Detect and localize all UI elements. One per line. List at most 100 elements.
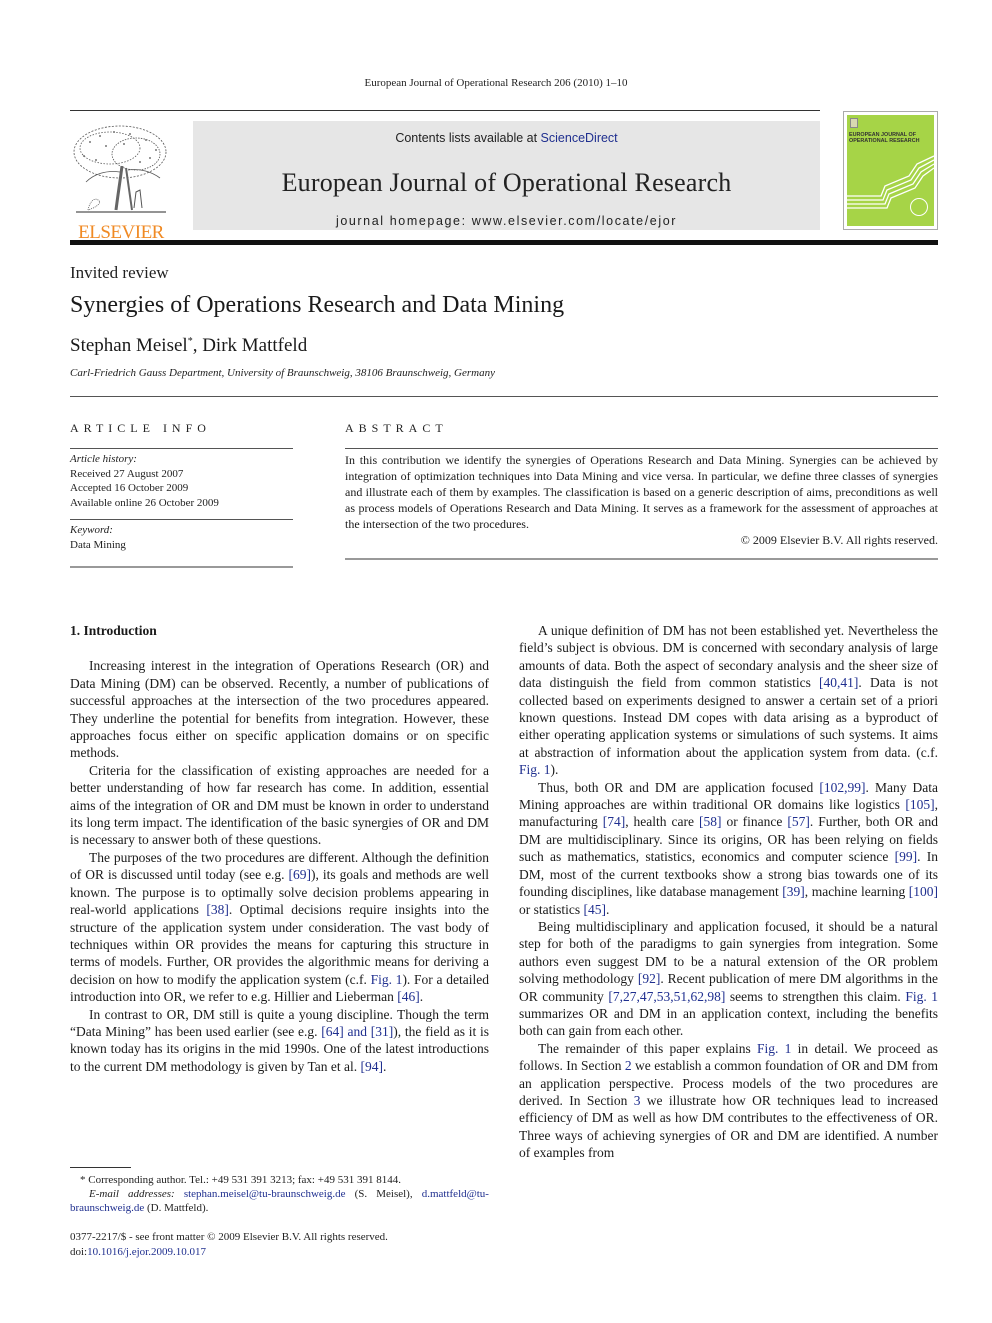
paragraph: The purposes of the two procedures are d…	[70, 849, 489, 1006]
text-run: seems to strengthen this claim.	[725, 988, 906, 1004]
citation-link[interactable]: [57]	[787, 814, 810, 829]
paragraph: The remainder of this paper explains Fig…	[519, 1040, 938, 1162]
paragraph: A unique definition of DM has not been e…	[519, 622, 938, 779]
text-run: , machine learning	[804, 884, 909, 900]
figure-link[interactable]: Fig. 1	[905, 989, 938, 1004]
author-name[interactable]: Dirk Mattfeld	[202, 335, 307, 356]
citation-link[interactable]: [7,27,47,53,51,62,98]	[608, 989, 725, 1004]
article-history: Article history: Received 27 August 2007…	[70, 449, 293, 519]
figure-link[interactable]: Fig. 1	[757, 1041, 791, 1056]
author-list: Stephan Meisel*, Dirk Mattfeld	[70, 335, 307, 357]
contents-prefix: Contents lists available at	[395, 131, 541, 145]
article-title: Synergies of Operations Research and Dat…	[70, 292, 565, 318]
article-info-panel: ARTICLE INFO Article history: Received 2…	[70, 421, 293, 569]
sciencedirect-link[interactable]: ScienceDirect	[541, 131, 618, 145]
contents-line: Contents lists available at ScienceDirec…	[193, 131, 820, 145]
elsevier-tree-icon	[73, 125, 167, 213]
received-date: Received 27 August 2007	[70, 467, 184, 480]
cover-title-line2: OPERATIONAL RESEARCH	[849, 138, 920, 144]
email-link[interactable]: stephan.meisel@tu-braunschweig.de	[184, 1188, 346, 1200]
doi-link[interactable]: 10.1016/j.ejor.2009.10.017	[87, 1246, 206, 1258]
abstract-copyright: © 2009 Elsevier B.V. All rights reserved…	[740, 533, 938, 547]
body-column-left: 1. Introduction Increasing interest in t…	[70, 622, 489, 1075]
author-affiliation: Carl-Friedrich Gauss Department, Univers…	[70, 367, 495, 379]
footnote-rule	[70, 1167, 131, 1168]
journal-cover-thumbnail[interactable]: EUROPEAN JOURNAL OF OPERATIONAL RESEARCH	[843, 111, 938, 230]
abstract-rule	[345, 558, 938, 560]
journal-name: European Journal of Operational Research	[281, 168, 732, 197]
email-owner: (D. Mattfeld).	[144, 1202, 209, 1214]
author-name[interactable]: Stephan Meisel	[70, 335, 188, 356]
section-link[interactable]: 2	[625, 1058, 632, 1073]
masthead-top-rule	[70, 110, 820, 111]
cover-elsevier-icon	[850, 118, 858, 128]
corresponding-author-note: * Corresponding author. Tel.: +49 531 39…	[70, 1173, 489, 1187]
abstract-panel: ABSTRACT In this contribution we identif…	[345, 421, 938, 560]
text-run: summarizes OR and DM in an application c…	[519, 1005, 938, 1039]
citation-link[interactable]: [94]	[361, 1059, 384, 1074]
figure-link[interactable]: Fig. 1	[371, 972, 403, 987]
citation-link[interactable]: [69]	[289, 867, 312, 882]
history-label: Article history:	[70, 453, 137, 465]
citation-link[interactable]: [40,41]	[819, 675, 858, 690]
author-separator: ,	[192, 335, 203, 356]
masthead-bottom-rule	[70, 240, 938, 245]
text-run: The remainder of this paper explains	[538, 1040, 758, 1056]
citation-link[interactable]: [105]	[905, 797, 934, 812]
citation-link[interactable]: [39]	[782, 884, 805, 899]
citation-link[interactable]: [74]	[603, 814, 626, 829]
article-type: Invited review	[70, 263, 169, 282]
cover-title: EUROPEAN JOURNAL OF OPERATIONAL RESEARCH	[849, 132, 919, 144]
text-run: Thus, both OR and DM are application foc…	[538, 779, 820, 795]
citation-link[interactable]: [102,99]	[819, 780, 865, 795]
corresponding-author-text: Corresponding author. Tel.: +49 531 391 …	[85, 1174, 401, 1186]
citation-link[interactable]: [38]	[206, 902, 229, 917]
abstract-heading: ABSTRACT	[345, 421, 448, 435]
text-run: .	[606, 901, 610, 917]
paragraph: Thus, both OR and DM are application foc…	[519, 779, 938, 918]
text-run: .	[383, 1058, 387, 1074]
keyword: Data Mining	[70, 538, 126, 551]
text-run: or finance	[721, 814, 788, 830]
section-heading: 1. Introduction	[70, 623, 157, 638]
citation-link[interactable]: [46]	[397, 989, 420, 1004]
elsevier-logo[interactable]: ELSEVIER	[70, 122, 172, 244]
email-owner: (S. Meisel),	[345, 1188, 422, 1200]
front-matter: 0377-2217/$ - see front matter © 2009 El…	[70, 1230, 388, 1260]
citation-link[interactable]: [45]	[584, 902, 607, 917]
journal-homepage-link[interactable]: journal homepage: www.elsevier.com/locat…	[193, 214, 820, 228]
email-label: E-mail addresses:	[89, 1188, 175, 1200]
citation-link[interactable]: [92]	[638, 971, 661, 986]
figure-link[interactable]: Fig. 1	[519, 762, 551, 777]
text-run: , health care	[625, 814, 699, 830]
journal-banner: Contents lists available at ScienceDirec…	[193, 121, 820, 230]
abstract-text: In this contribution we identify the syn…	[345, 453, 938, 531]
cover-image: EUROPEAN JOURNAL OF OPERATIONAL RESEARCH	[847, 115, 934, 226]
email-note: E-mail addresses: stephan.meisel@tu-brau…	[70, 1187, 489, 1215]
running-head: European Journal of Operational Research…	[364, 77, 628, 89]
keyword-label: Keyword:	[70, 523, 113, 536]
online-date: Available online 26 October 2009	[70, 497, 219, 510]
doi-prefix: doi:	[70, 1246, 88, 1258]
paragraph: Increasing interest in the integration o…	[70, 658, 489, 761]
citation-link[interactable]: [58]	[699, 814, 722, 829]
euro-badge-icon	[910, 198, 928, 216]
footnotes: * Corresponding author. Tel.: +49 531 39…	[70, 1167, 489, 1215]
article-info-rule	[70, 566, 293, 569]
doi-line: doi:10.1016/j.ejor.2009.10.017	[70, 1245, 388, 1260]
citation-link[interactable]: [64] and [31]	[321, 1024, 393, 1039]
citation-link[interactable]: [100]	[909, 884, 938, 899]
text-run: ).	[550, 762, 559, 778]
body-column-right: A unique definition of DM has not been e…	[519, 622, 938, 1162]
accepted-date: Accepted 16 October 2009	[70, 482, 189, 495]
issn-line: 0377-2217/$ - see front matter © 2009 El…	[70, 1231, 388, 1243]
text-run: .	[419, 989, 424, 1005]
keywords: Keyword: Data Mining	[70, 520, 293, 566]
article-info-heading: ARTICLE INFO	[70, 421, 211, 435]
paragraph: In contrast to OR, DM still is quite a y…	[70, 1006, 489, 1076]
journal-masthead: ELSEVIER Contents lists available at Sci…	[70, 110, 938, 248]
text-run: or statistics	[519, 901, 584, 917]
paragraph: Criteria for the classification of exist…	[70, 762, 489, 848]
paragraph: Being multidisciplinary and application …	[519, 918, 938, 1040]
citation-link[interactable]: [99]	[895, 849, 918, 864]
